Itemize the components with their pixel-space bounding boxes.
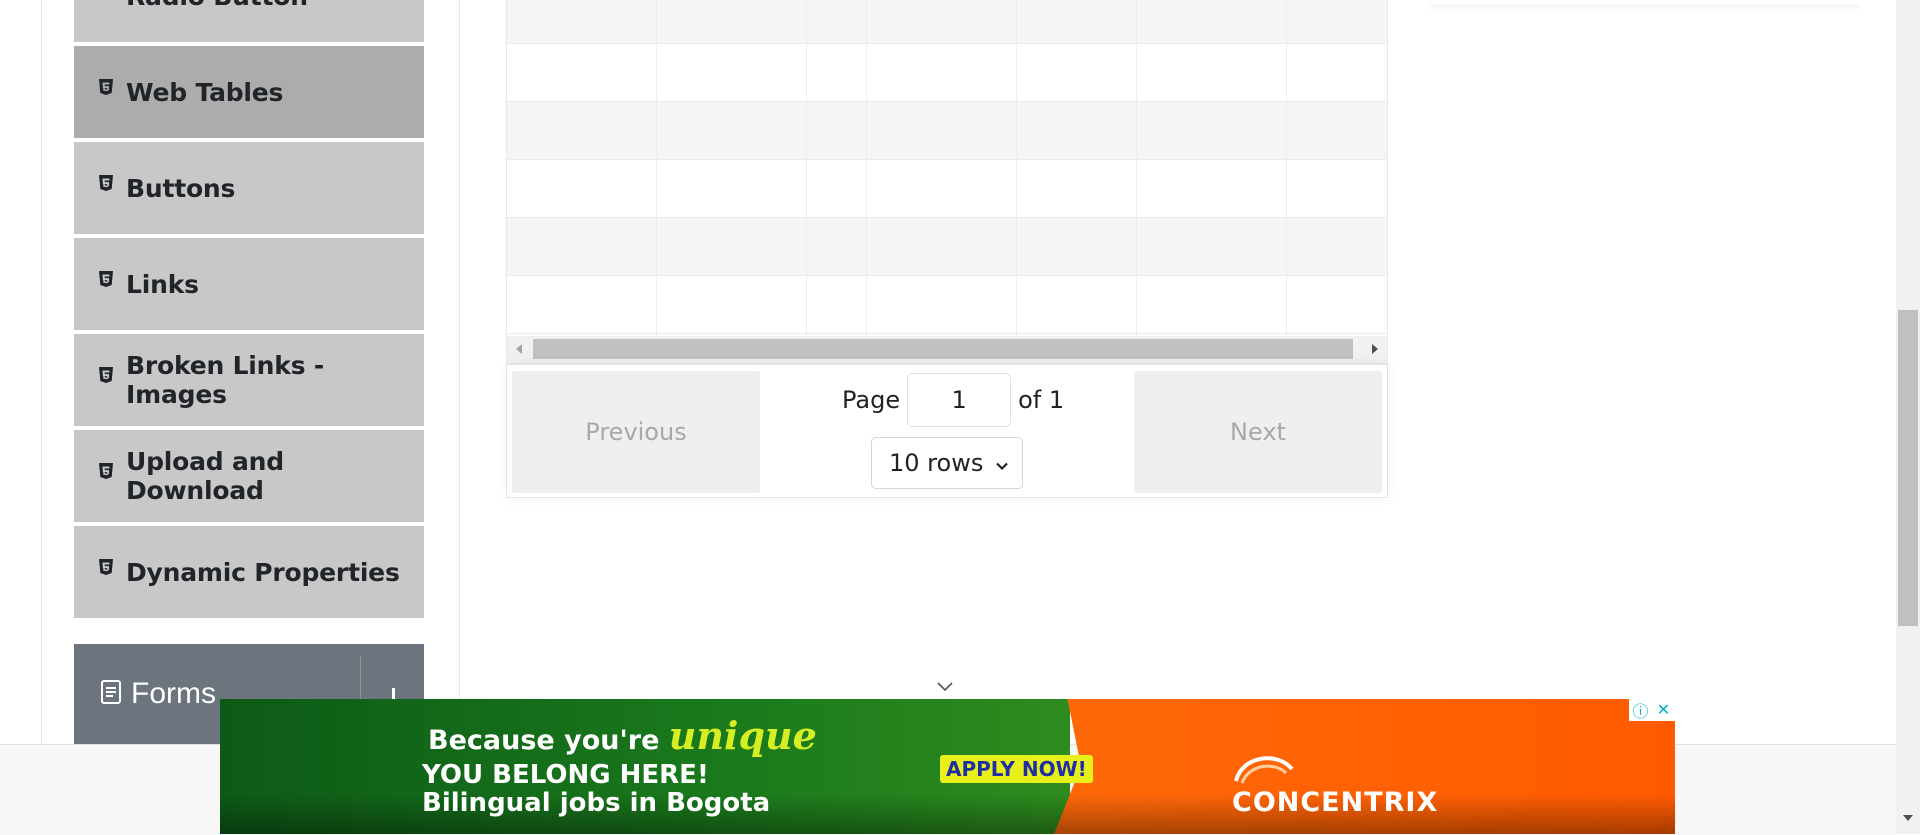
info-icon[interactable]: ⓘ [1629, 699, 1652, 721]
column-divider [866, 0, 867, 336]
page-total: of 1 [1018, 386, 1065, 414]
right-panel-card [1430, 0, 1860, 4]
sidebar-item-label: Radio Button [126, 0, 308, 11]
close-icon[interactable]: ✕ [1652, 699, 1675, 721]
sidebar-group-label: Forms [131, 677, 216, 710]
sidebar-item-label: Links [126, 269, 199, 299]
html5-icon [97, 558, 115, 576]
sidebar-item-upload-and-download[interactable]: Upload and Download [74, 430, 424, 524]
page-scrollbar[interactable] [1896, 0, 1920, 834]
rows-per-page-value: 10 rows [889, 449, 984, 477]
sidebar-right-border [459, 0, 460, 744]
table-row [507, 0, 1387, 44]
page-label: Page [842, 386, 901, 414]
rows-per-page-select[interactable]: 10 rows [871, 437, 1023, 489]
html5-icon [97, 78, 115, 96]
column-divider [1286, 0, 1287, 336]
column-divider [656, 0, 657, 336]
scrollbar-thumb[interactable] [1898, 310, 1918, 626]
ad-body-line: Bilingual jobs in Bogota [422, 788, 771, 818]
sidebar-item-dynamic-properties[interactable]: Dynamic Properties [74, 526, 424, 620]
html5-icon [97, 462, 115, 480]
ad-controls: ⓘ ✕ [1629, 699, 1675, 721]
ad-apply-button[interactable]: APPLY NOW! [940, 755, 1093, 783]
table-row [507, 276, 1387, 334]
page-number-input[interactable]: 1 [907, 373, 1012, 427]
sidebar-item-web-tables[interactable]: Web Tables [74, 46, 424, 140]
sidebar-item-label: Buttons [126, 173, 236, 203]
scroll-down-icon[interactable] [1903, 815, 1913, 821]
html5-icon [97, 270, 115, 288]
scroll-left-icon[interactable] [516, 344, 522, 354]
sidebar-item-buttons[interactable]: Buttons [74, 142, 424, 236]
ad-banner[interactable]: Because you're unique YOU BELONG HERE! B… [220, 699, 1675, 834]
scrollbar-thumb[interactable] [533, 339, 1353, 359]
table-row [507, 102, 1387, 160]
html5-icon [97, 174, 115, 192]
chevron-down-icon [994, 452, 1010, 480]
sidebar-item-label: Broken Links - Images [126, 351, 325, 409]
sidebar-item-radio-button[interactable]: Radio Button [74, 0, 424, 44]
ad-headline: Because you're unique [428, 713, 817, 758]
column-divider [1136, 0, 1137, 336]
column-divider [1016, 0, 1017, 336]
document-icon [101, 679, 121, 709]
ad-headline-highlight: unique [668, 713, 817, 758]
chevron-down-icon[interactable] [936, 680, 954, 698]
ad-body: YOU BELONG HERE! Bilingual jobs in Bogot… [422, 761, 770, 817]
previous-button[interactable]: Previous [512, 371, 760, 493]
table-row [507, 218, 1387, 276]
ad-brand: CONCENTRIX [1232, 787, 1439, 818]
horizontal-scrollbar[interactable] [507, 336, 1387, 363]
ad-body-line: YOU BELONG HERE! [422, 760, 709, 790]
sidebar-item-broken-links-images[interactable]: Broken Links - Images [74, 334, 424, 428]
table-row [507, 44, 1387, 102]
sidebar-item-label: Upload and Download [126, 447, 284, 505]
sidebar-left-border [41, 0, 42, 744]
sidebar-item-label: Dynamic Properties [126, 557, 400, 587]
ad-headline-text: Because you're [428, 725, 660, 756]
html5-icon [97, 366, 115, 384]
sidebar-item-links[interactable]: Links [74, 238, 424, 332]
scroll-right-icon[interactable] [1372, 344, 1378, 354]
sidebar-item-label: Web Tables [126, 77, 284, 107]
web-table: Previous Page 1 of 1 10 rows Next [506, 0, 1388, 498]
table-row [507, 160, 1387, 218]
page-info: Page 1 of 1 [842, 373, 1064, 427]
column-divider [806, 0, 807, 336]
next-button[interactable]: Next [1134, 371, 1382, 493]
pagination-bar: Previous Page 1 of 1 10 rows Next [507, 363, 1387, 497]
